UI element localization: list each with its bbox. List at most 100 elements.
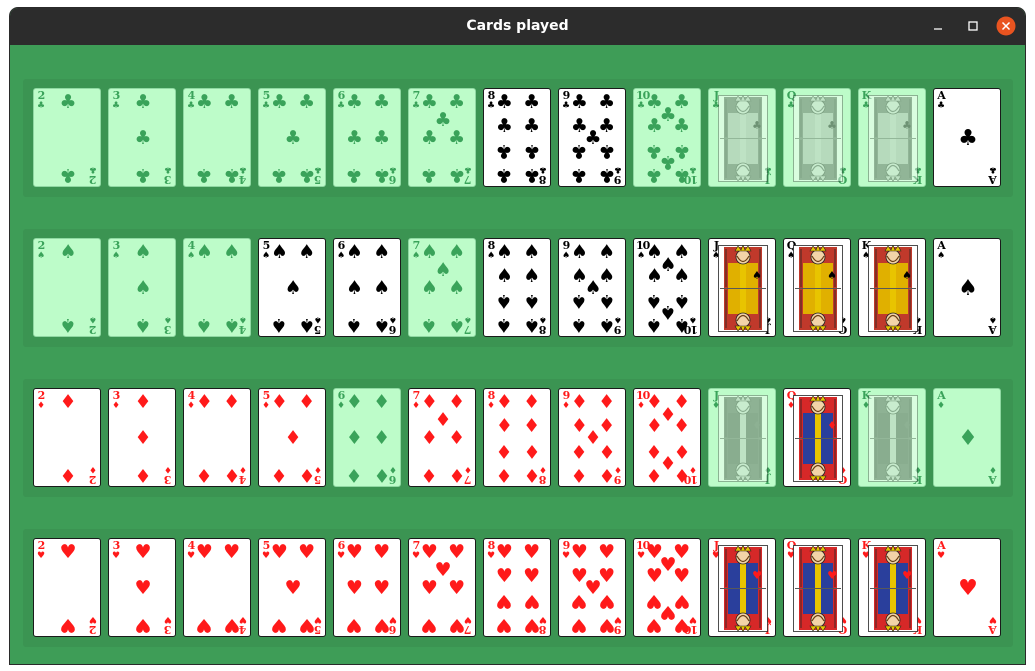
- card-9-of-spades[interactable]: 9 ♠ 9 ♠ ♠ ♠ ♠ ♠ ♠ ♠ ♠ ♠ ♠: [558, 238, 626, 337]
- clubs-icon: ♣: [673, 164, 691, 187]
- close-button[interactable]: [996, 16, 1016, 36]
- clubs-icon: ♣: [36, 101, 46, 111]
- card-8-of-diamonds[interactable]: 8 ♦ 8 ♦ ♦ ♦ ♦ ♦ ♦ ♦ ♦ ♦: [483, 388, 551, 487]
- card-9-of-hearts[interactable]: 9 ♥ 9 ♥ ♥ ♥ ♥ ♥ ♥ ♥ ♥ ♥ ♥: [558, 538, 626, 637]
- spades-icon: ♠: [448, 314, 466, 337]
- clubs-icon: ♣: [134, 126, 152, 149]
- card-3-of-diamonds[interactable]: 3 ♦ 3 ♦ ♦ ♦ ♦: [108, 388, 176, 487]
- card-10-of-hearts[interactable]: 10 ♥ 10 ♥ ♥ ♥ ♥ ♥ ♥ ♥ ♥ ♥ ♥ ♥: [633, 538, 701, 637]
- court-portrait: ♦: [868, 395, 918, 482]
- card-9-of-clubs[interactable]: 9 ♣ 9 ♣ ♣ ♣ ♣ ♣ ♣ ♣ ♣ ♣ ♣: [558, 88, 626, 187]
- card-rank: A: [937, 389, 946, 402]
- card-rank: 2: [89, 173, 97, 186]
- card-10-of-diamonds[interactable]: 10 ♦ 10 ♦ ♦ ♦ ♦ ♦ ♦ ♦ ♦ ♦ ♦ ♦: [633, 388, 701, 487]
- card-5-of-clubs[interactable]: 5 ♣ 5 ♣ ♣ ♣ ♣ ♣ ♣: [258, 88, 326, 187]
- spades-icon: ♠: [111, 251, 121, 261]
- maximize-button[interactable]: [963, 16, 983, 36]
- card-7-of-clubs[interactable]: 7 ♣ 7 ♣ ♣ ♣ ♣ ♣ ♣ ♣ ♣: [408, 88, 476, 187]
- card-2-of-diamonds[interactable]: 2 ♦ 2 ♦ ♦ ♦: [33, 388, 101, 487]
- card-j-of-spades[interactable]: J ♠ J ♠ ♠: [708, 238, 776, 337]
- card-corner-index: 3 ♣: [111, 90, 121, 111]
- spades-icon: ♠: [373, 314, 391, 337]
- card-k-of-spades[interactable]: K ♠ K ♠ ♠: [858, 238, 926, 337]
- card-a-of-clubs[interactable]: A ♣ A ♣ ♣: [933, 88, 1001, 187]
- hearts-icon: ♥: [134, 576, 152, 599]
- card-rank: 2: [89, 473, 97, 486]
- court-portrait: ♠: [793, 245, 843, 332]
- card-5-of-diamonds[interactable]: 5 ♦ 5 ♦ ♦ ♦ ♦ ♦ ♦: [258, 388, 326, 487]
- hearts-icon: ♥: [373, 540, 391, 563]
- card-j-of-hearts[interactable]: J ♥ J ♥ ♥: [708, 538, 776, 637]
- diamonds-icon: ♦: [448, 464, 466, 487]
- card-q-of-clubs[interactable]: Q ♣ Q ♣ ♣: [783, 88, 851, 187]
- hearts-icon: ♥: [134, 614, 152, 637]
- card-corner-index: 2 ♠: [88, 314, 98, 336]
- title-bar[interactable]: Cards played: [10, 8, 1025, 45]
- hearts-icon: ♥: [523, 564, 541, 587]
- card-3-of-hearts[interactable]: 3 ♥ 3 ♥ ♥ ♥ ♥: [108, 538, 176, 637]
- card-6-of-clubs[interactable]: 6 ♣ 6 ♣ ♣ ♣ ♣ ♣ ♣ ♣: [333, 88, 401, 187]
- card-2-of-clubs[interactable]: 2 ♣ 2 ♣ ♣ ♣: [33, 88, 101, 187]
- card-2-of-spades[interactable]: 2 ♠ 2 ♠ ♠ ♠: [33, 238, 101, 337]
- card-k-of-clubs[interactable]: K ♣ K ♣ ♣: [858, 88, 926, 187]
- court-portrait: ♣: [718, 95, 768, 182]
- court-portrait: ♥: [868, 545, 918, 632]
- card-k-of-hearts[interactable]: K ♥ K ♥ ♥: [858, 538, 926, 637]
- hearts-icon: ♥: [523, 590, 541, 613]
- court-figure-icon: ♣: [868, 95, 918, 182]
- card-rank: 2: [37, 539, 46, 552]
- minimize-button[interactable]: [928, 16, 948, 36]
- card-rank: A: [989, 473, 997, 486]
- card-a-of-diamonds[interactable]: A ♦ A ♦ ♦: [933, 388, 1001, 487]
- card-4-of-spades[interactable]: 4 ♠ 4 ♠ ♠ ♠ ♠ ♠: [183, 238, 251, 337]
- card-3-of-clubs[interactable]: 3 ♣ 3 ♣ ♣ ♣ ♣: [108, 88, 176, 187]
- card-6-of-spades[interactable]: 6 ♠ 6 ♠ ♠ ♠ ♠ ♠ ♠ ♠: [333, 238, 401, 337]
- card-q-of-hearts[interactable]: Q ♥ Q ♥ ♥: [783, 538, 851, 637]
- clubs-icon: ♣: [420, 164, 438, 187]
- card-3-of-spades[interactable]: 3 ♠ 3 ♠ ♠ ♠ ♠: [108, 238, 176, 337]
- spades-icon: ♠: [298, 314, 316, 337]
- diamonds-icon: ♦: [523, 464, 541, 487]
- card-5-of-hearts[interactable]: 5 ♥ 5 ♥ ♥ ♥ ♥ ♥ ♥: [258, 538, 326, 637]
- card-7-of-spades[interactable]: 7 ♠ 7 ♠ ♠ ♠ ♠ ♠ ♠ ♠ ♠: [408, 238, 476, 337]
- card-8-of-spades[interactable]: 8 ♠ 8 ♠ ♠ ♠ ♠ ♠ ♠ ♠ ♠ ♠: [483, 238, 551, 337]
- card-5-of-spades[interactable]: 5 ♠ 5 ♠ ♠ ♠ ♠ ♠ ♠: [258, 238, 326, 337]
- card-8-of-hearts[interactable]: 8 ♥ 8 ♥ ♥ ♥ ♥ ♥ ♥ ♥ ♥ ♥: [483, 538, 551, 637]
- court-figure-icon: ♠: [718, 245, 768, 332]
- clubs-icon: ♣: [645, 164, 663, 187]
- hearts-icon: ♥: [36, 551, 46, 561]
- card-2-of-hearts[interactable]: 2 ♥ 2 ♥ ♥ ♥: [33, 538, 101, 637]
- card-corner-index: 2 ♦: [88, 464, 98, 486]
- card-a-of-hearts[interactable]: A ♥ A ♥ ♥: [933, 538, 1001, 637]
- clubs-icon: ♣: [223, 164, 241, 187]
- card-8-of-clubs[interactable]: 8 ♣ 8 ♣ ♣ ♣ ♣ ♣ ♣ ♣ ♣ ♣: [483, 88, 551, 187]
- card-q-of-diamonds[interactable]: Q ♦ Q ♦ ♦: [783, 388, 851, 487]
- card-4-of-hearts[interactable]: 4 ♥ 4 ♥ ♥ ♥ ♥ ♥: [183, 538, 251, 637]
- card-9-of-diamonds[interactable]: 9 ♦ 9 ♦ ♦ ♦ ♦ ♦ ♦ ♦ ♦ ♦ ♦: [558, 388, 626, 487]
- diamonds-icon: ♦: [495, 440, 513, 463]
- card-7-of-diamonds[interactable]: 7 ♦ 7 ♦ ♦ ♦ ♦ ♦ ♦ ♦ ♦: [408, 388, 476, 487]
- svg-text:♣: ♣: [827, 119, 837, 132]
- card-10-of-spades[interactable]: 10 ♠ 10 ♠ ♠ ♠ ♠ ♠ ♠ ♠ ♠ ♠ ♠ ♠: [633, 238, 701, 337]
- hearts-icon: ♥: [420, 576, 438, 599]
- maximize-icon: [968, 21, 978, 31]
- clubs-icon: ♣: [495, 164, 513, 187]
- card-6-of-diamonds[interactable]: 6 ♦ 6 ♦ ♦ ♦ ♦ ♦ ♦ ♦: [333, 388, 401, 487]
- clubs-icon: ♣: [570, 140, 588, 163]
- card-k-of-diamonds[interactable]: K ♦ K ♦ ♦: [858, 388, 926, 487]
- card-7-of-hearts[interactable]: 7 ♥ 7 ♥ ♥ ♥ ♥ ♥ ♥ ♥ ♥: [408, 538, 476, 637]
- card-a-of-spades[interactable]: A ♠ A ♠ ♠: [933, 238, 1001, 337]
- card-6-of-hearts[interactable]: 6 ♥ 6 ♥ ♥ ♥ ♥ ♥ ♥ ♥: [333, 538, 401, 637]
- card-j-of-clubs[interactable]: J ♣ J ♣ ♣: [708, 88, 776, 187]
- card-table: 2 ♣ 2 ♣ ♣ ♣ 3 ♣ 3 ♣ ♣ ♣ ♣ 4 ♣ 4 ♣ ♣ ♣ ♣ ♣ 5 ♣ 5 ♣ ♣ ♣ ♣ ♣ ♣ 6 ♣ 6 ♣ ♣ ♣ ♣ ♣ ♣ ♣…: [10, 45, 1025, 664]
- card-10-of-clubs[interactable]: 10 ♣ 10 ♣ ♣ ♣ ♣ ♣ ♣ ♣ ♣ ♣ ♣ ♣: [633, 88, 701, 187]
- spades-icon: ♠: [195, 240, 213, 263]
- card-q-of-spades[interactable]: Q ♠ Q ♠ ♠: [783, 238, 851, 337]
- card-4-of-clubs[interactable]: 4 ♣ 4 ♣ ♣ ♣ ♣ ♣: [183, 88, 251, 187]
- card-rank: 2: [37, 89, 46, 102]
- spades-icon: ♠: [270, 314, 288, 337]
- card-corner-index: 2 ♦: [36, 390, 46, 411]
- card-j-of-diamonds[interactable]: J ♦ J ♦ ♦: [708, 388, 776, 487]
- card-4-of-diamonds[interactable]: 4 ♦ 4 ♦ ♦ ♦ ♦ ♦: [183, 388, 251, 487]
- hearts-icon: ♥: [598, 540, 616, 563]
